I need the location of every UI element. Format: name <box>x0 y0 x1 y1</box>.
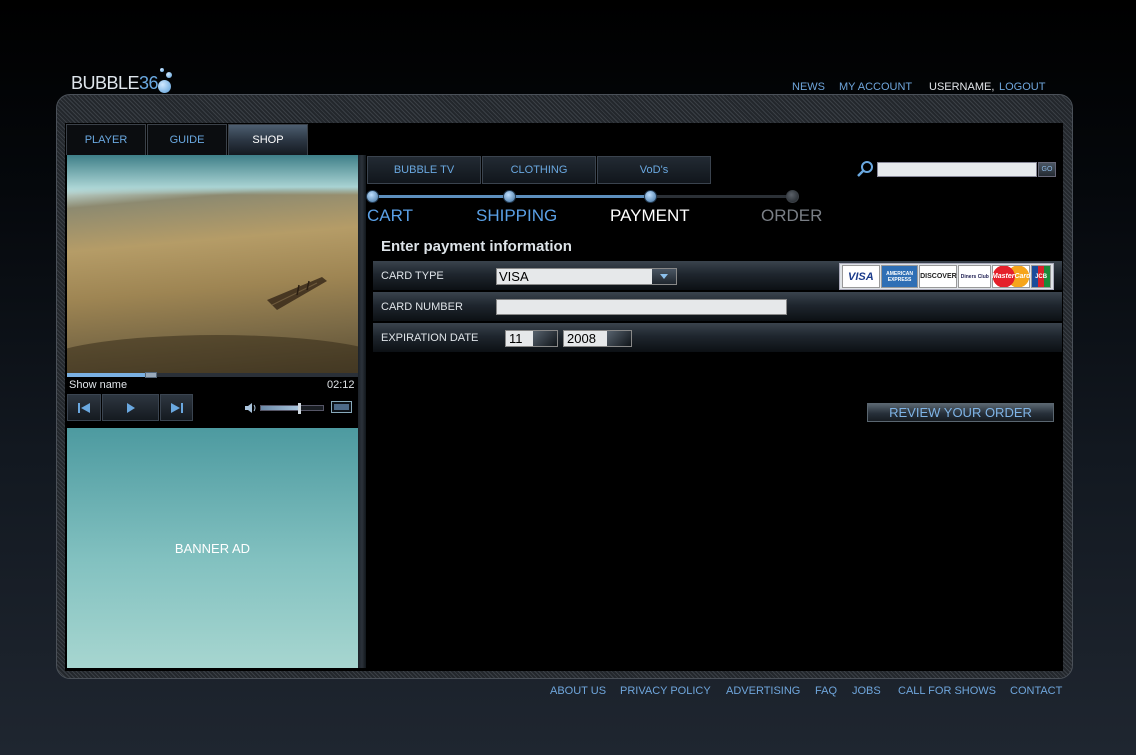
top-nav: NEWS MY ACCOUNT USERNAME, LOGOUT <box>0 81 1136 95</box>
card-type-select[interactable]: VISA <box>496 268 677 285</box>
skip-forward-icon <box>170 402 183 413</box>
step-dot-cart <box>366 190 379 203</box>
tab-shop[interactable]: SHOP <box>228 124 308 155</box>
exp-month-value: 11 <box>509 331 523 346</box>
step-payment: PAYMENT <box>610 206 690 225</box>
dropdown-arrow-icon[interactable] <box>533 331 557 346</box>
volume-fill <box>261 406 300 410</box>
footer-jobs[interactable]: JOBS <box>852 685 881 697</box>
dropdown-arrow-icon[interactable] <box>607 331 631 346</box>
previous-button[interactable] <box>67 394 101 421</box>
chevron-down-icon[interactable] <box>652 269 676 284</box>
footer-call-for-shows[interactable]: CALL FOR SHOWS <box>898 685 996 697</box>
show-name: Show name <box>69 379 128 391</box>
step-dot-order <box>786 190 799 203</box>
card-number-label: CARD NUMBER <box>381 301 463 313</box>
expiration-label: EXPIRATION DATE <box>381 332 479 344</box>
discover-card-logo: DISCOVER <box>919 265 958 288</box>
username-label: USERNAME, <box>929 81 995 93</box>
news-link[interactable]: NEWS <box>792 81 825 93</box>
tab-player[interactable]: PLAYER <box>66 124 146 155</box>
footer-about-us[interactable]: ABOUT US <box>550 685 606 697</box>
skip-back-icon <box>78 402 90 413</box>
subtab-clothing[interactable]: CLOTHING <box>482 156 596 184</box>
footer-privacy-policy[interactable]: PRIVACY POLICY <box>620 685 711 697</box>
card-type-label: CARD TYPE <box>381 270 444 282</box>
footer-advertising[interactable]: ADVERTISING <box>726 685 800 697</box>
subtab-bubble-tv[interactable]: BUBBLE TV <box>367 156 481 184</box>
play-icon <box>126 402 135 413</box>
jcb-card-logo: JCB <box>1031 265 1051 288</box>
search-input[interactable] <box>877 162 1037 177</box>
search-go-button[interactable]: GO <box>1038 162 1056 177</box>
visa-card-logo: VISA <box>842 265 880 288</box>
review-order-button[interactable]: REVIEW YOUR ORDER <box>867 403 1054 422</box>
video-shadow <box>67 335 358 373</box>
card-type-value: VISA <box>499 269 529 284</box>
panel-divider <box>358 155 366 668</box>
video-progress-bar[interactable] <box>67 372 358 378</box>
step-shipping[interactable]: SHIPPING <box>476 206 557 226</box>
progress-fill <box>67 373 152 377</box>
exp-year-value: 2008 <box>567 331 596 346</box>
video-sky <box>67 155 358 195</box>
search-icon <box>857 161 873 177</box>
footer-contact[interactable]: CONTACT <box>1010 685 1062 697</box>
step-dot-payment <box>644 190 657 203</box>
accepted-cards: VISA AMERICAN EXPRESS DISCOVER Diners Cl… <box>839 263 1054 290</box>
fullscreen-icon[interactable] <box>331 401 352 413</box>
step-order: ORDER <box>761 206 823 225</box>
exp-month-select[interactable]: 11 <box>505 330 558 347</box>
section-title: Enter payment information <box>381 238 572 255</box>
video-player[interactable] <box>67 155 358 373</box>
diners-card-logo: Diners Club <box>958 265 992 288</box>
volume-handle[interactable] <box>298 403 302 414</box>
step-dot-shipping <box>503 190 516 203</box>
subtab-vods[interactable]: VoD's <box>597 156 711 184</box>
footer-nav: ABOUT US PRIVACY POLICY ADVERTISING FAQ … <box>0 685 1136 699</box>
next-button[interactable] <box>160 394 193 421</box>
banner-ad[interactable]: BANNER AD <box>67 428 358 668</box>
checkout-progress-line <box>372 195 793 198</box>
logout-link[interactable]: LOGOUT <box>999 81 1045 93</box>
show-time: 02:12 <box>327 379 355 391</box>
amex-card-logo: AMERICAN EXPRESS <box>880 265 919 288</box>
play-button[interactable] <box>102 394 159 421</box>
exp-year-select[interactable]: 2008 <box>563 330 632 347</box>
footer-faq[interactable]: FAQ <box>815 685 837 697</box>
card-number-input[interactable] <box>496 299 787 315</box>
progress-handle[interactable] <box>145 372 158 378</box>
tab-guide[interactable]: GUIDE <box>147 124 227 155</box>
volume-icon[interactable] <box>244 402 258 414</box>
volume-slider[interactable] <box>260 403 324 414</box>
video-frame-shipwreck <box>267 277 327 310</box>
mastercard-logo: MasterCard <box>992 265 1030 288</box>
my-account-link[interactable]: MY ACCOUNT <box>839 81 912 93</box>
step-cart[interactable]: CART <box>367 206 413 226</box>
